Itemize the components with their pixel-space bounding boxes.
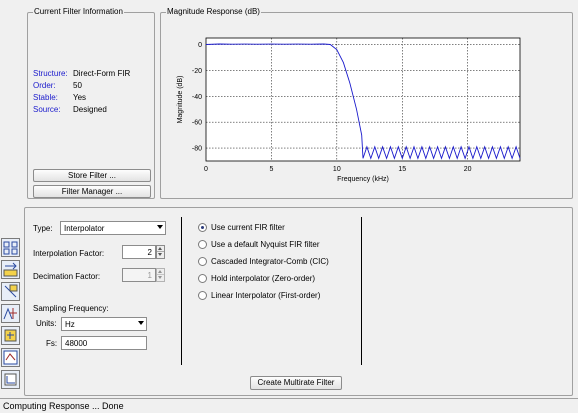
fs-label: Fs:	[46, 339, 58, 348]
radio-selected-icon[interactable]	[198, 223, 207, 232]
realize-model-icon[interactable]	[1, 348, 20, 367]
transform-icon[interactable]	[1, 260, 20, 279]
stepper-down-icon	[157, 275, 164, 281]
create-multirate-filter-button[interactable]: Create Multirate Filter	[250, 376, 342, 390]
option-label: Use a default Nyquist FIR filter	[211, 240, 320, 249]
option-cic[interactable]: Cascaded Integrator-Comb (CIC)	[198, 256, 358, 268]
multirate-icon[interactable]	[1, 304, 20, 323]
option-label: Linear Interpolator (First-order)	[211, 291, 321, 300]
store-filter-button[interactable]: Store Filter ...	[33, 169, 151, 182]
plot-area	[205, 37, 521, 162]
radio-icon[interactable]	[198, 274, 207, 283]
decim-field: 1	[122, 268, 156, 282]
radio-icon[interactable]	[198, 291, 207, 300]
fs-field[interactable]: 48000	[61, 336, 147, 350]
y-tick-label: -20	[192, 68, 202, 75]
x-tick-label: 0	[204, 166, 208, 173]
interp-stepper[interactable]	[156, 245, 165, 259]
option-label: Use current FIR filter	[211, 223, 285, 232]
x-tick-label: 10	[333, 166, 341, 173]
y-axis-label: Magnitude (dB)	[177, 76, 184, 124]
units-select[interactable]: Hz	[61, 317, 147, 331]
type-select[interactable]: Interpolator	[60, 221, 166, 235]
stable-key: Stable:	[33, 93, 58, 102]
x-tick-label: 20	[464, 166, 472, 173]
sampling-label: Sampling Frequency:	[33, 304, 109, 313]
decim-stepper	[156, 268, 165, 282]
interp-label: Interpolation Factor:	[33, 249, 105, 258]
x-axis-label: Frequency (kHz)	[337, 176, 389, 183]
option-label: Hold interpolator (Zero-order)	[211, 274, 316, 283]
separator-left	[181, 217, 182, 365]
radio-icon[interactable]	[198, 257, 207, 266]
order-value: 50	[73, 81, 82, 90]
type-label: Type:	[33, 224, 53, 233]
chevron-down-icon	[157, 225, 163, 229]
structure-value: Direct-Form FIR	[73, 69, 131, 78]
units-label: Units:	[36, 319, 57, 328]
stable-value: Yes	[73, 93, 87, 102]
option-use-current-fir[interactable]: Use current FIR filter	[198, 222, 358, 234]
x-tick-label: 5	[269, 166, 273, 173]
import-icon[interactable]	[1, 370, 20, 389]
current-filter-legend: Current Filter Information	[33, 7, 124, 16]
option-hold-interpolator[interactable]: Hold interpolator (Zero-order)	[198, 273, 358, 285]
status-bar: Computing Response ... Done	[0, 398, 578, 413]
option-linear-interpolator[interactable]: Linear Interpolator (First-order)	[198, 290, 358, 302]
source-key: Source:	[33, 105, 61, 114]
pole-zero-icon[interactable]	[1, 282, 20, 301]
y-tick-label: -60	[192, 120, 202, 127]
order-key: Order:	[33, 81, 56, 90]
y-tick-label: -80	[192, 146, 202, 153]
status-text: Computing Response ... Done	[3, 401, 124, 411]
option-default-nyquist[interactable]: Use a default Nyquist FIR filter	[198, 239, 358, 251]
filter-manager-button[interactable]: Filter Manager ...	[33, 185, 151, 198]
magnitude-legend: Magnitude Response (dB)	[166, 7, 261, 16]
option-label: Cascaded Integrator-Comb (CIC)	[211, 257, 329, 266]
structure-key: Structure:	[33, 69, 68, 78]
left-toolbar	[0, 230, 22, 398]
radio-icon[interactable]	[198, 240, 207, 249]
interp-field[interactable]: 2	[122, 245, 156, 259]
units-select-value: Hz	[65, 320, 75, 329]
x-tick-label: 15	[398, 166, 406, 173]
separator-right	[361, 217, 362, 365]
quantize-icon[interactable]	[1, 326, 20, 345]
magnitude-chart: 0 5 10 15 20 0 -20 -40 -60 -80 Frequency (kHz) Magn…	[177, 37, 521, 183]
stepper-down-icon[interactable]	[157, 252, 164, 258]
decim-label: Decimation Factor:	[33, 272, 101, 281]
type-select-value: Interpolator	[64, 224, 105, 233]
y-tick-label: -40	[192, 94, 202, 101]
source-value: Designed	[73, 105, 107, 114]
y-tick-label: 0	[198, 42, 202, 49]
chevron-down-icon	[138, 321, 144, 325]
design-filter-icon[interactable]	[1, 238, 20, 257]
